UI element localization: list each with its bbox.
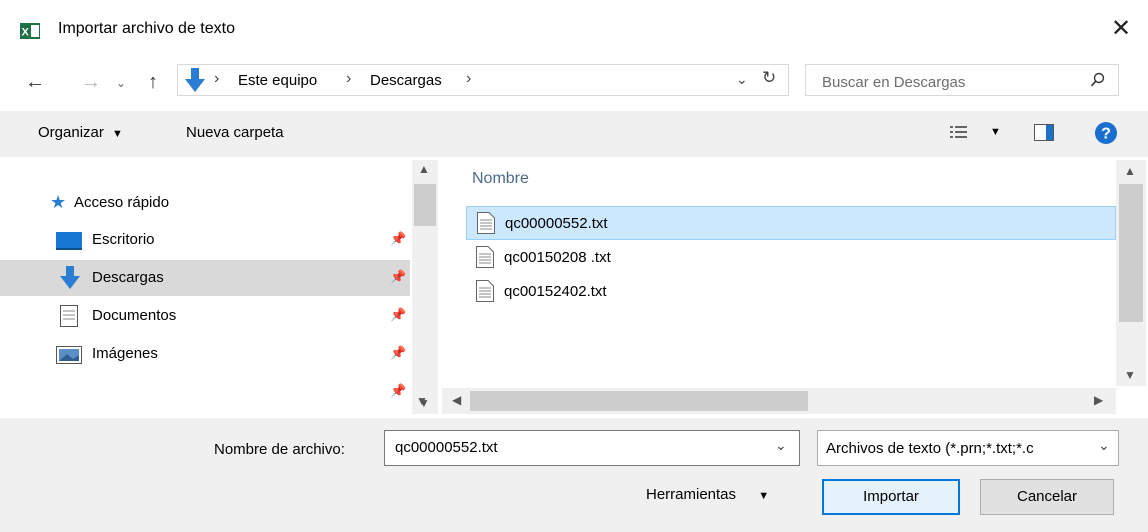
pin-icon[interactable]: 📌 (390, 383, 406, 399)
command-bar (0, 111, 1148, 157)
filetype-select[interactable]: Archivos de texto (*.prn;*.txt;*.c ⌄ (817, 430, 1119, 466)
import-button[interactable]: Importar (822, 479, 960, 515)
scroll-up-icon[interactable]: ▲ (418, 162, 430, 176)
back-icon[interactable]: ← (22, 69, 48, 95)
pin-icon[interactable]: 📌 (390, 231, 406, 247)
new-folder-button[interactable]: Nueva carpeta (186, 124, 284, 141)
dropdown-arrow-icon: ▼ (112, 128, 123, 140)
chevron-down-icon[interactable]: ⌄ (775, 437, 787, 454)
downloads-arrow-icon (185, 68, 205, 92)
import-label: Importar (863, 488, 919, 505)
svg-text:?: ? (1101, 126, 1111, 143)
sidebar-item-documentos[interactable]: Documentos 📌 (0, 298, 410, 334)
pin-icon[interactable]: 📌 (390, 269, 406, 285)
quick-access[interactable]: ★ Acceso rápido (50, 192, 350, 216)
sidebar-item-imagenes[interactable]: Imágenes 📌 (0, 336, 410, 372)
pictures-icon (56, 346, 82, 364)
quick-access-label: Acceso rápido (74, 194, 170, 211)
filetype-value: Archivos de texto (*.prn;*.txt;*.c (826, 440, 1034, 457)
column-header-nombre[interactable]: Nombre (472, 170, 529, 188)
cancel-button[interactable]: Cancelar (980, 479, 1114, 515)
scroll-down-icon[interactable]: ▼ (1124, 368, 1136, 382)
preview-pane-icon[interactable] (1034, 124, 1054, 141)
breadcrumb-separator: › (346, 70, 352, 87)
sidebar-item-escritorio[interactable]: Escritorio 📌 (0, 222, 410, 258)
navigation-scrollbar[interactable]: ▲ ▼ (412, 160, 438, 414)
filename-label: Nombre de archivo: (214, 441, 345, 458)
dropdown-arrow-icon: ▼ (758, 490, 770, 502)
file-row[interactable]: qc00152402.txt (466, 275, 1116, 309)
file-name: qc00152402.txt (504, 283, 607, 300)
documents-icon (60, 305, 78, 327)
scrollbar-thumb[interactable] (470, 391, 808, 411)
sidebar-item-descargas[interactable]: Descargas 📌 (0, 260, 410, 296)
organize-label: Organizar (38, 124, 104, 141)
desktop-icon (56, 232, 82, 250)
breadcrumb-este-equipo[interactable]: Este equipo (238, 72, 317, 89)
scrollbar-thumb[interactable] (1119, 184, 1143, 322)
forward-icon[interactable]: → (78, 69, 104, 95)
scroll-left-icon[interactable]: ◀ (452, 393, 461, 407)
view-options-icon[interactable] (950, 125, 968, 141)
excel-icon: X (20, 23, 40, 39)
up-icon[interactable]: ↑ (140, 69, 166, 95)
filename-combobox[interactable]: ⌄ (384, 430, 800, 466)
address-dropdown-icon[interactable]: ⌄ (736, 71, 748, 88)
filename-input[interactable] (393, 438, 757, 457)
text-file-icon (476, 246, 494, 268)
downloads-icon (60, 266, 80, 289)
scroll-up-icon[interactable]: ▲ (1124, 164, 1136, 178)
file-row[interactable]: qc00000552.txt (466, 206, 1116, 240)
text-file-icon (477, 212, 495, 234)
scrollbar-thumb[interactable] (414, 184, 436, 226)
refresh-icon[interactable]: ↻ (762, 68, 776, 88)
pin-icon[interactable]: 📌 (390, 307, 406, 323)
sidebar-item-label: Imágenes (92, 345, 158, 362)
pin-icon[interactable]: 📌 (390, 345, 406, 361)
sidebar-item-label: Escritorio (92, 231, 155, 248)
search-box[interactable] (805, 64, 1119, 96)
recent-locations-icon[interactable]: ⌄ (108, 70, 134, 96)
help-icon[interactable]: ? (1094, 121, 1118, 145)
file-list-vscrollbar[interactable]: ▲ ▼ (1116, 160, 1146, 386)
cancel-label: Cancelar (1016, 488, 1078, 505)
file-row[interactable]: qc00150208 .txt (466, 241, 1116, 275)
sidebar-item-label: Descargas (92, 269, 164, 286)
filename-label-text: Nombre de archivo: (214, 441, 345, 458)
file-list-hscrollbar[interactable]: ◀ ▶ (442, 388, 1116, 414)
file-name: qc00150208 .txt (504, 249, 611, 266)
text-file-icon (476, 280, 494, 302)
scroll-right-icon[interactable]: ▶ (1094, 393, 1103, 407)
window-title: Importar archivo de texto (58, 20, 235, 37)
search-icon[interactable] (1090, 72, 1106, 88)
view-dropdown-icon[interactable]: ▼ (990, 126, 1001, 138)
breadcrumb-separator: › (466, 70, 472, 87)
tools-button[interactable]: Herramientas ▼ (646, 486, 769, 503)
breadcrumb-descargas[interactable]: Descargas (370, 72, 442, 89)
svg-text:X: X (22, 27, 30, 39)
tools-label: Herramientas (646, 486, 737, 503)
close-icon[interactable]: ✕ (1108, 16, 1134, 42)
left-pane-scroll-down-icon[interactable]: ▼ (416, 394, 428, 408)
file-name: qc00000552.txt (505, 215, 608, 232)
search-input[interactable] (820, 71, 1074, 93)
sidebar-item-label: Documentos (92, 307, 177, 324)
breadcrumb-separator: › (214, 70, 220, 87)
star-icon: ★ (50, 192, 67, 212)
organize-button[interactable]: Organizar ▼ (38, 124, 123, 141)
chevron-down-icon[interactable]: ⌄ (1096, 437, 1110, 454)
